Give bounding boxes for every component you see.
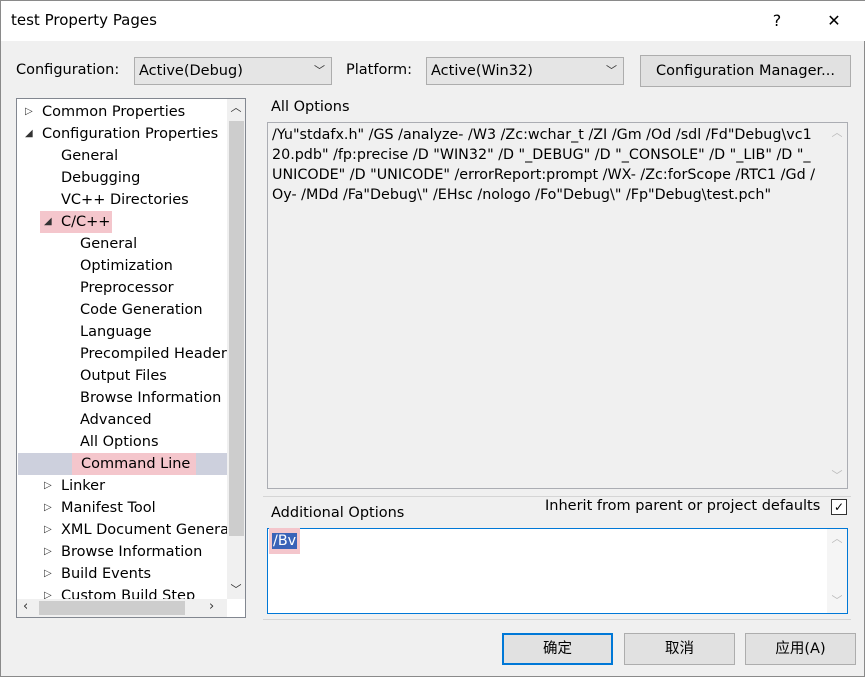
tree-item-label: Precompiled Headers — [80, 346, 235, 362]
tree-item[interactable]: VC++ Directories — [17, 189, 227, 211]
tree-item[interactable]: Preprocessor — [17, 277, 227, 299]
tree-item[interactable]: ◢ C/C++ — [17, 211, 227, 233]
tree-scroll-thumb[interactable] — [229, 121, 244, 536]
chevron-down-icon: ﹀ — [831, 594, 843, 607]
divider — [263, 619, 851, 620]
tree-item[interactable]: ▷ Linker — [17, 475, 227, 497]
tree-item-label: Code Generation — [80, 302, 203, 318]
additional-options-input[interactable]: /Bv ︿ ﹀ — [267, 528, 848, 614]
tree-item-label: C/C++ — [61, 214, 111, 230]
expand-arrow-icon[interactable]: ▷ — [44, 541, 52, 563]
tree-item[interactable]: Browse Information — [17, 387, 227, 409]
tree-item-label: VC++ Directories — [61, 192, 189, 208]
chevron-down-icon: ﹀ — [606, 64, 617, 77]
tree-item[interactable]: ▷ Browse Information — [17, 541, 227, 563]
tree-item-label: General — [80, 236, 138, 252]
all-options-textarea[interactable]: /Yu"stdafx.h" /GS /analyze- /W3 /Zc:wcha… — [267, 122, 848, 489]
tree-item-label: Linker — [61, 478, 106, 494]
tree-item-label: All Options — [80, 434, 159, 450]
tree-item[interactable]: Code Generation — [17, 299, 227, 321]
tree-item[interactable]: ◢ Configuration Properties — [17, 123, 227, 145]
all-options-label: All Options — [271, 99, 350, 115]
window-title: test Property Pages — [11, 11, 157, 29]
tree-item[interactable]: Debugging — [17, 167, 227, 189]
tree-item-label: XML Document Generator — [61, 522, 246, 538]
collapse-arrow-icon[interactable]: ◢ — [25, 123, 33, 145]
tree-item[interactable]: ▷ XML Document Generator — [17, 519, 245, 541]
tree-item[interactable]: General — [17, 233, 227, 255]
chevron-down-icon: ﹀ — [831, 469, 843, 482]
chevron-right-icon[interactable]: › — [209, 599, 214, 614]
chevron-down-icon[interactable]: ﹀ — [227, 581, 245, 597]
configuration-select[interactable]: Active(Debug) ﹀ — [134, 57, 332, 85]
inherit-label: Inherit from parent or project defaults — [545, 498, 821, 514]
platform-select[interactable]: Active(Win32) ﹀ — [426, 57, 624, 85]
apply-button[interactable]: 应用(A) — [745, 633, 856, 665]
configuration-value: Active(Debug) — [139, 63, 243, 79]
expand-arrow-icon[interactable]: ▷ — [44, 497, 52, 519]
tree-item-label: Browse Information — [61, 544, 203, 560]
tree-item-label: Command Line — [81, 456, 191, 472]
close-button[interactable]: ✕ — [814, 7, 854, 35]
platform-label: Platform: — [346, 62, 413, 78]
cancel-button[interactable]: 取消 — [624, 633, 735, 665]
tree-item-label: Output Files — [80, 368, 167, 384]
chevron-down-icon: ﹀ — [314, 64, 325, 77]
collapse-arrow-icon[interactable]: ◢ — [44, 211, 52, 233]
tree-hscroll-thumb[interactable] — [39, 601, 185, 615]
chevron-up-icon: ︿ — [831, 126, 843, 139]
help-button[interactable]: ? — [757, 7, 797, 35]
platform-value: Active(Win32) — [431, 63, 533, 79]
additional-options-label: Additional Options — [271, 505, 405, 521]
property-tree: ▷ Custom Build Step ▷ Build Events ▷ Browse I… — [16, 98, 246, 618]
all-options-scrollbar[interactable]: ︿ ﹀ — [827, 123, 847, 488]
ok-button[interactable]: 确定 — [502, 633, 613, 665]
tree-item[interactable]: Optimization — [17, 255, 227, 277]
inherit-checkbox[interactable]: ✓ — [831, 499, 847, 515]
tree-item[interactable]: All Options — [17, 431, 227, 453]
tree-item-label: Build Events — [61, 566, 152, 582]
tree-item-label: Configuration Properties — [42, 126, 219, 142]
tree-item-label: General — [61, 148, 119, 164]
all-options-text: /Yu"stdafx.h" /GS /analyze- /W3 /Zc:wcha… — [272, 127, 816, 203]
additional-options-value: /Bv — [272, 533, 298, 549]
tree-item-label: Browse Information — [80, 390, 222, 406]
expand-arrow-icon[interactable]: ▷ — [25, 101, 33, 123]
chevron-up-icon[interactable]: ︿ — [227, 99, 245, 115]
tree-item-label: Optimization — [80, 258, 173, 274]
divider — [263, 496, 851, 497]
tree-item-label: Common Properties — [42, 104, 186, 120]
tree-item-label: Preprocessor — [80, 280, 174, 296]
tree-item[interactable]: ▷ Manifest Tool — [17, 497, 227, 519]
tree-item[interactable]: Command Line — [18, 453, 228, 475]
tree-item[interactable]: ▷ Build Events — [17, 563, 227, 585]
tree-item[interactable]: ▷ Common Properties — [17, 101, 227, 123]
tree-item-label: Manifest Tool — [61, 500, 156, 516]
tree-item[interactable]: Advanced — [17, 409, 227, 431]
tree-item-label: Advanced — [80, 412, 152, 428]
tree-item[interactable]: Precompiled Headers — [17, 343, 234, 365]
chevron-left-icon[interactable]: ‹ — [23, 599, 28, 614]
chevron-up-icon: ︿ — [831, 532, 843, 545]
tree-item[interactable]: Output Files — [17, 365, 227, 387]
expand-arrow-icon[interactable]: ▷ — [44, 519, 52, 541]
additional-options-scrollbar[interactable]: ︿ ﹀ — [827, 529, 847, 613]
expand-arrow-icon[interactable]: ▷ — [44, 475, 52, 497]
tree-item-label: Language — [80, 324, 152, 340]
tree-item-label: Debugging — [61, 170, 141, 186]
expand-arrow-icon[interactable]: ▷ — [44, 563, 52, 585]
configuration-manager-button[interactable]: Configuration Manager... — [640, 55, 851, 87]
tree-item[interactable]: General — [17, 145, 227, 167]
configuration-label: Configuration: — [16, 62, 120, 78]
tree-item[interactable]: Language — [17, 321, 227, 343]
